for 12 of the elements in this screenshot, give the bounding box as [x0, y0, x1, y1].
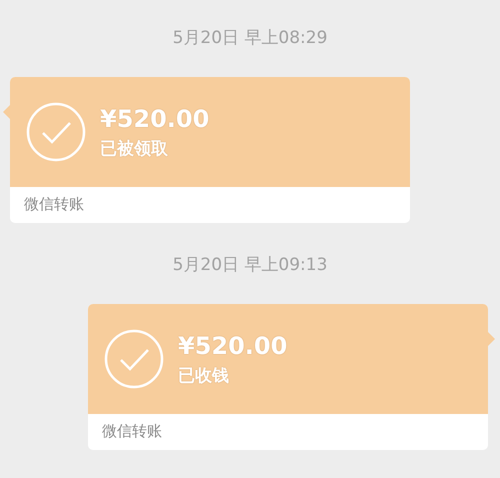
timestamp: 5月20日 早上09:13	[172, 254, 328, 276]
check-circle-icon	[104, 329, 164, 389]
status-text: 已收钱	[178, 364, 230, 386]
transfer-label: 微信转账	[101, 421, 163, 442]
amount: ¥520.00	[100, 104, 210, 132]
status-text: 已被领取	[100, 138, 169, 160]
transfer-card[interactable]: ¥520.00 已被领取 微信转账	[10, 77, 410, 223]
check-circle-icon	[26, 102, 86, 162]
amount: ¥520.00	[178, 332, 288, 360]
transfer-card[interactable]: ¥520.00 已收钱 微信转账	[88, 304, 488, 450]
timestamp: 5月20日 早上08:29	[172, 27, 328, 49]
transfer-label: 微信转账	[23, 194, 85, 215]
